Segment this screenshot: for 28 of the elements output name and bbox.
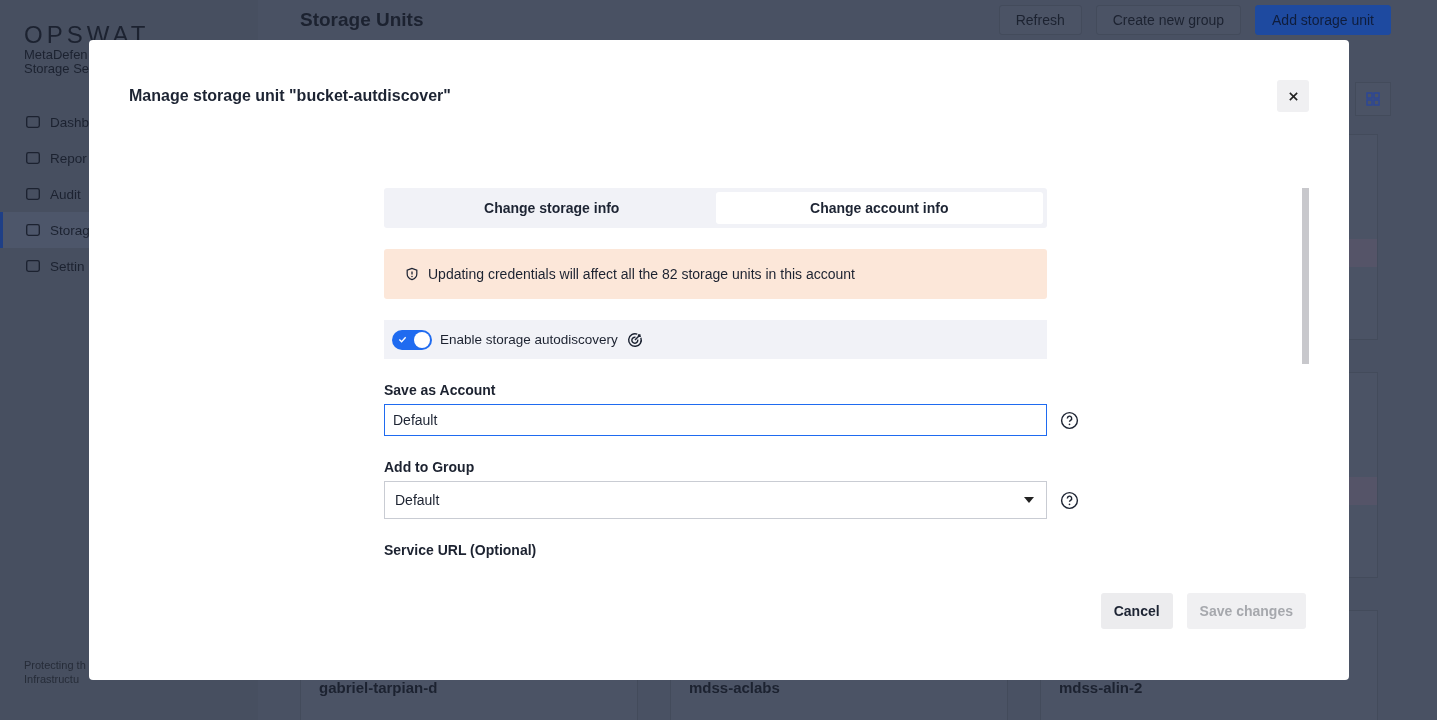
tab[interactable]: Change storage info [388,192,716,224]
header-button[interactable]: Add storage unit [1255,5,1391,35]
field-label: Add to Group [384,459,476,475]
nav-icon [24,185,42,203]
nav-icon [24,149,42,167]
nav-icon [24,113,42,131]
dialog-title: Manage storage unit "bucket-autdiscover" [129,87,451,105]
warning-text: Updating credentials will affect all the 82 storage units in this account [428,266,855,282]
help-icon [1060,410,1079,430]
help-icon [1060,490,1079,510]
target-icon [625,330,644,349]
nav-icon [24,257,42,275]
caret-icon [1024,497,1034,503]
input-field[interactable]: Default [384,404,1047,436]
field-label: Save as Account [384,382,497,398]
scrollbar[interactable] [1302,188,1309,364]
dropdown[interactable]: Default [384,481,1047,519]
shield-icon [405,267,419,281]
toggle-switch[interactable] [392,329,432,350]
field-label: Service URL (Optional) [384,542,538,558]
check-icon [398,335,407,344]
tab[interactable]: Change account info [715,192,1043,224]
close-icon [1287,90,1299,102]
dialog-button[interactable]: Cancel [1100,593,1173,629]
close-button[interactable] [1277,80,1309,112]
nav-icon [24,221,42,239]
grid-icon [1365,91,1381,107]
toggle-label: Enable storage autodiscovery [440,332,618,347]
